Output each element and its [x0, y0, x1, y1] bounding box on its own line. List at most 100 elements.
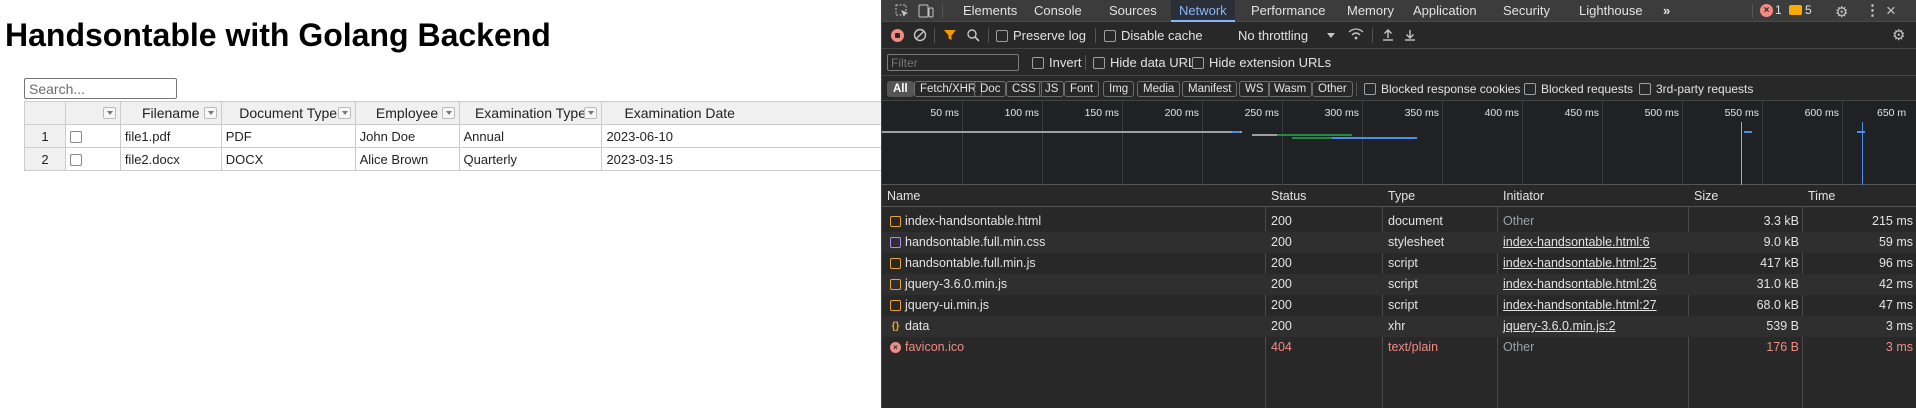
- request-initiator-link[interactable]: index-handsontable.html:26: [1498, 274, 1657, 295]
- row-checkbox[interactable]: [69, 154, 82, 167]
- filter-input[interactable]: [887, 54, 1019, 71]
- type-filter-js[interactable]: JS: [1039, 81, 1065, 97]
- request-row[interactable]: index-handsontable.html 200 document Oth…: [882, 211, 1916, 232]
- tab-sources[interactable]: Sources: [1109, 0, 1157, 22]
- blocked-cookies-label[interactable]: Blocked response cookies: [1381, 82, 1520, 96]
- filter-dropdown-icon[interactable]: [441, 107, 455, 119]
- request-row[interactable]: × favicon.ico 404 text/plain Other 176 B…: [882, 337, 1916, 358]
- throttling-select[interactable]: No throttling: [1238, 28, 1308, 43]
- column-header-filename[interactable]: Filename: [119, 101, 222, 125]
- request-row[interactable]: jquery-3.6.0.min.js 200 script index-han…: [882, 274, 1916, 295]
- close-icon[interactable]: ×: [1886, 1, 1896, 21]
- preserve-log-checkbox[interactable]: [996, 30, 1008, 42]
- type-filter-fetch-xhr[interactable]: Fetch/XHR: [914, 81, 983, 97]
- chevron-down-icon[interactable]: [1327, 33, 1335, 38]
- tab-memory[interactable]: Memory: [1347, 0, 1394, 22]
- disable-cache-label[interactable]: Disable cache: [1121, 28, 1203, 43]
- column-header-time[interactable]: Time: [1803, 186, 1835, 207]
- inspect-element-icon[interactable]: [895, 4, 909, 21]
- filter-funnel-icon[interactable]: [943, 28, 957, 45]
- column-header-examination-type[interactable]: Examination Type: [458, 101, 603, 125]
- type-filter-img[interactable]: Img: [1103, 81, 1135, 97]
- error-count[interactable]: 1: [1775, 3, 1782, 17]
- cell-examination-date[interactable]: 2023-03-15: [601, 147, 881, 171]
- cell-document-type[interactable]: PDF: [220, 124, 356, 148]
- column-header-initiator[interactable]: Initiator: [1498, 186, 1544, 207]
- type-filter-manifest[interactable]: Manifest: [1182, 81, 1238, 97]
- type-filter-wasm[interactable]: Wasm: [1268, 81, 1313, 97]
- cell-examination-type[interactable]: Quarterly: [458, 147, 603, 171]
- row-checkbox-cell[interactable]: [64, 124, 121, 148]
- request-row[interactable]: handsontable.full.min.js 200 script inde…: [882, 253, 1916, 274]
- hide-data-urls-checkbox[interactable]: [1093, 57, 1105, 69]
- network-settings-gear-icon[interactable]: ⚙: [1892, 26, 1905, 44]
- hide-extension-urls-label[interactable]: Hide extension URLs: [1209, 55, 1331, 70]
- column-header-employee[interactable]: Employee: [354, 101, 460, 125]
- row-header[interactable]: 2: [24, 147, 66, 171]
- hide-data-urls-label[interactable]: Hide data URLs: [1110, 55, 1202, 70]
- search-icon[interactable]: [966, 28, 980, 45]
- request-row[interactable]: jquery-ui.min.js 200 script index-handso…: [882, 295, 1916, 316]
- request-initiator-link[interactable]: jquery-3.6.0.min.js:2: [1498, 316, 1616, 337]
- error-icon[interactable]: ×: [1760, 4, 1773, 17]
- network-overview-timeline[interactable]: 50 ms 100 ms 150 ms 200 ms 250 ms 300 ms…: [882, 101, 1916, 185]
- tab-performance[interactable]: Performance: [1251, 0, 1325, 22]
- tab-application[interactable]: Application: [1413, 0, 1477, 22]
- search-input[interactable]: [24, 78, 177, 99]
- column-header-name[interactable]: Name: [882, 186, 920, 207]
- import-har-icon[interactable]: [1381, 28, 1395, 45]
- column-header-type[interactable]: Type: [1383, 186, 1415, 207]
- warning-count[interactable]: 5: [1805, 3, 1812, 17]
- cell-examination-type[interactable]: Annual: [458, 124, 603, 148]
- column-header-document-type[interactable]: Document Type: [220, 101, 356, 125]
- more-tabs-icon[interactable]: »: [1663, 0, 1670, 22]
- blocked-requests-checkbox[interactable]: [1524, 83, 1536, 95]
- cell-document-type[interactable]: DOCX: [220, 147, 356, 171]
- settings-gear-icon[interactable]: ⚙: [1835, 3, 1848, 21]
- filter-dropdown-icon[interactable]: [102, 107, 116, 119]
- cell-filename[interactable]: file2.docx: [119, 147, 222, 171]
- cell-employee[interactable]: Alice Brown: [354, 147, 460, 171]
- row-checkbox[interactable]: [69, 131, 82, 144]
- network-conditions-icon[interactable]: [1348, 27, 1364, 44]
- tab-network[interactable]: Network: [1171, 0, 1235, 22]
- request-initiator-link[interactable]: index-handsontable.html:27: [1498, 295, 1657, 316]
- column-header-size[interactable]: Size: [1689, 186, 1718, 207]
- device-toolbar-icon[interactable]: [918, 4, 934, 21]
- filter-dropdown-icon[interactable]: [337, 107, 351, 119]
- cell-employee[interactable]: John Doe: [354, 124, 460, 148]
- type-filter-css[interactable]: CSS: [1006, 81, 1042, 97]
- column-header-status[interactable]: Status: [1266, 186, 1306, 207]
- tab-lighthouse[interactable]: Lighthouse: [1579, 0, 1643, 22]
- filter-dropdown-icon[interactable]: [203, 107, 217, 119]
- tab-console[interactable]: Console: [1034, 0, 1082, 22]
- blocked-requests-label[interactable]: Blocked requests: [1541, 82, 1633, 96]
- type-filter-doc[interactable]: Doc: [974, 81, 1007, 97]
- blocked-cookies-checkbox[interactable]: [1364, 83, 1376, 95]
- kebab-menu-icon[interactable]: ⋮: [1865, 1, 1880, 19]
- column-header-examination-date[interactable]: Examination Date: [601, 101, 881, 125]
- request-row[interactable]: handsontable.full.min.css 200 stylesheet…: [882, 232, 1916, 253]
- hide-extension-urls-checkbox[interactable]: [1192, 57, 1204, 69]
- filter-dropdown-icon[interactable]: [584, 107, 598, 119]
- third-party-label[interactable]: 3rd-party requests: [1656, 82, 1753, 96]
- tab-elements[interactable]: Elements: [963, 0, 1017, 22]
- disable-cache-checkbox[interactable]: [1104, 30, 1116, 42]
- type-filter-ws[interactable]: WS: [1239, 81, 1270, 97]
- cell-examination-date[interactable]: 2023-06-10: [601, 124, 881, 148]
- warning-icon[interactable]: [1789, 5, 1802, 15]
- third-party-checkbox[interactable]: [1639, 83, 1651, 95]
- invert-label[interactable]: Invert: [1049, 55, 1082, 70]
- tab-security[interactable]: Security: [1503, 0, 1550, 22]
- clear-icon[interactable]: [913, 28, 927, 45]
- export-har-icon[interactable]: [1403, 28, 1417, 45]
- request-row[interactable]: {} data 200 xhr jquery-3.6.0.min.js:2 53…: [882, 316, 1916, 337]
- cell-filename[interactable]: file1.pdf: [119, 124, 222, 148]
- request-initiator-link[interactable]: index-handsontable.html:6: [1498, 232, 1650, 253]
- type-filter-other[interactable]: Other: [1312, 81, 1353, 97]
- request-initiator-link[interactable]: index-handsontable.html:25: [1498, 253, 1657, 274]
- type-filter-media[interactable]: Media: [1137, 81, 1181, 97]
- invert-checkbox[interactable]: [1032, 57, 1044, 69]
- record-stop-icon[interactable]: [891, 29, 904, 42]
- row-checkbox-cell[interactable]: [64, 147, 121, 171]
